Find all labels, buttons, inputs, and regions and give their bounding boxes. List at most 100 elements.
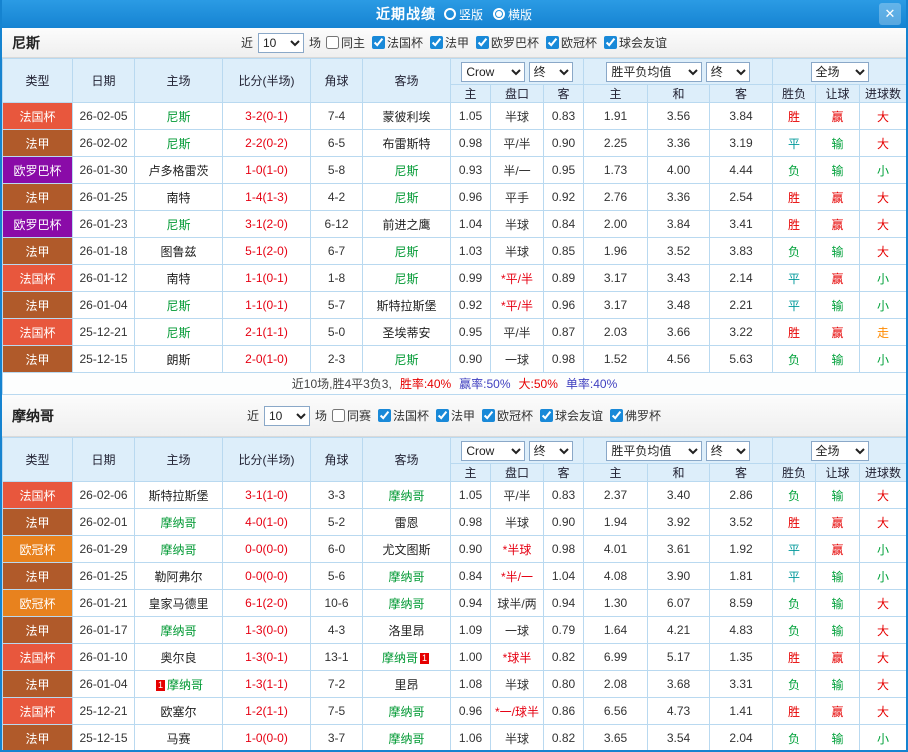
filter-label: 法甲 [451, 409, 476, 423]
col-goals: 进球数 [859, 463, 906, 482]
asian-handicap-line: 半球 [490, 210, 544, 238]
filter-option[interactable]: 欧罗巴杯 [476, 34, 539, 51]
away-team: 尼斯 [362, 183, 451, 211]
result-handicap: 输 [815, 562, 861, 590]
games-label: 场 [314, 409, 327, 423]
match-row: 法国杯 26-02-05 尼斯 3-2(0-1) 7-4 蒙彼利埃 1.05 半球 0.83 1.… [2, 102, 906, 130]
layout-radio-label: 横版 [508, 7, 533, 22]
avg-home-odds: 2.37 [583, 481, 649, 509]
avg-draw-odds: 3.66 [647, 318, 711, 346]
matches-table: 类型 日期 主场 比分(半场) 角球 客场 Crow 终 胜平负均值 终 全场 … [2, 58, 906, 395]
filter-option[interactable]: 法国杯 [377, 407, 429, 424]
away-team: 摩纳哥 [362, 481, 451, 509]
avg-home-odds: 1.52 [583, 345, 649, 373]
match-date: 26-01-21 [72, 589, 135, 617]
match-type: 法国杯 [2, 102, 73, 130]
match-date: 26-01-23 [72, 210, 135, 238]
filter-option[interactable]: 欧冠杯 [546, 34, 597, 51]
filter-checkbox[interactable] [377, 409, 391, 422]
filter-option[interactable]: 球会友谊 [604, 34, 667, 51]
filter-checkbox[interactable] [610, 409, 624, 422]
away-team: 尼斯 [362, 264, 451, 292]
bookmaker-select[interactable]: Crow [461, 440, 526, 461]
filter-option[interactable]: 法甲 [430, 34, 469, 51]
filter-option[interactable]: 佛罗杯 [610, 407, 661, 424]
filter-checkbox[interactable] [546, 36, 560, 49]
match-score: 4-0(1-0) [222, 508, 311, 536]
col-away: 客场 [362, 58, 451, 103]
match-count-select[interactable]: 10 [257, 32, 304, 53]
corner-score: 7-5 [310, 697, 363, 725]
col-handicap: 让球 [815, 463, 861, 482]
filter-checkbox[interactable] [436, 409, 449, 422]
match-date: 26-01-04 [72, 291, 135, 319]
asian-handicap-line: 半球 [490, 237, 544, 265]
filter-checkbox[interactable] [476, 36, 490, 49]
filter-option[interactable]: 欧冠杯 [482, 407, 533, 424]
filter-option[interactable]: 法国杯 [371, 34, 423, 51]
avg-odds-select[interactable]: 胜平负均值 [606, 440, 703, 461]
filter-checkbox[interactable] [371, 36, 385, 49]
asian-away-odds: 1.04 [542, 562, 585, 590]
final-avg-select[interactable]: 终 [705, 61, 750, 82]
final-odds-select[interactable]: 终 [528, 440, 573, 461]
layout-radio-horizontal[interactable]: 横版 [493, 6, 532, 23]
scope-select[interactable]: 全场 [810, 440, 869, 461]
result-handicap: 赢 [815, 643, 861, 671]
asian-handicap-line: 半球 [490, 508, 544, 536]
asian-home-odds: 0.95 [450, 318, 491, 346]
filter-option[interactable]: 同赛 [331, 407, 371, 424]
team-name-text: 摩纳哥 [388, 596, 425, 611]
col-avg-away: 客 [709, 84, 774, 103]
avg-away-odds: 5.63 [709, 345, 774, 373]
filter-checkbox[interactable] [604, 36, 618, 49]
asian-away-odds: 0.85 [542, 237, 585, 265]
match-type: 法甲 [2, 291, 73, 319]
filter-checkbox[interactable] [482, 409, 496, 422]
result-wdl: 胜 [772, 697, 817, 725]
asian-home-odds: 1.05 [450, 102, 491, 130]
filter-checkbox[interactable] [430, 36, 443, 49]
corner-score: 5-6 [310, 562, 363, 590]
asian-home-odds: 0.96 [450, 697, 491, 725]
asian-handicap-line: 半球 [490, 102, 544, 130]
asian-handicap-line: *球半 [490, 643, 544, 671]
layout-radio-input[interactable] [493, 8, 505, 20]
team-name-text: 尼斯 [166, 298, 191, 313]
team-name-text: 蒙彼利埃 [382, 109, 431, 124]
asian-away-odds: 0.87 [542, 318, 585, 346]
layout-radio-vertical[interactable]: 竖版 [443, 6, 483, 23]
scope-select[interactable]: 全场 [810, 61, 869, 82]
bookmaker-select[interactable]: Crow [461, 61, 526, 82]
result-wdl: 负 [772, 616, 817, 644]
final-odds-select[interactable]: 终 [528, 61, 573, 82]
team-name-text: 摩纳哥 [388, 731, 425, 746]
filter-option[interactable]: 法甲 [436, 407, 475, 424]
avg-away-odds: 3.52 [709, 508, 774, 536]
result-goals: 大 [859, 237, 906, 265]
close-icon[interactable]: ✕ [879, 3, 901, 25]
filter-checkbox[interactable] [325, 36, 339, 49]
filter-label: 法甲 [445, 36, 470, 50]
result-wdl: 负 [772, 589, 817, 617]
result-handicap: 赢 [815, 535, 861, 563]
col-type: 类型 [2, 58, 73, 103]
avg-odds-select[interactable]: 胜平负均值 [606, 61, 703, 82]
match-date: 26-01-18 [72, 237, 135, 265]
filter-option[interactable]: 球会友谊 [540, 407, 603, 424]
match-count-select[interactable]: 10 [263, 405, 310, 426]
result-handicap: 赢 [815, 102, 861, 130]
avg-home-odds: 2.76 [583, 183, 649, 211]
result-handicap: 输 [815, 481, 861, 509]
result-goals: 大 [859, 670, 906, 698]
result-goals: 小 [859, 264, 906, 292]
away-team: 尼斯 [362, 345, 451, 373]
team-name-text: 圣埃蒂安 [382, 325, 431, 340]
filter-option[interactable]: 同主 [325, 34, 365, 51]
corner-score: 2-3 [310, 345, 363, 373]
filter-checkbox[interactable] [331, 409, 345, 422]
home-team: 摩纳哥 [134, 508, 223, 536]
filter-checkbox[interactable] [540, 409, 554, 422]
final-avg-select[interactable]: 终 [705, 440, 750, 461]
layout-radio-input[interactable] [443, 8, 456, 20]
